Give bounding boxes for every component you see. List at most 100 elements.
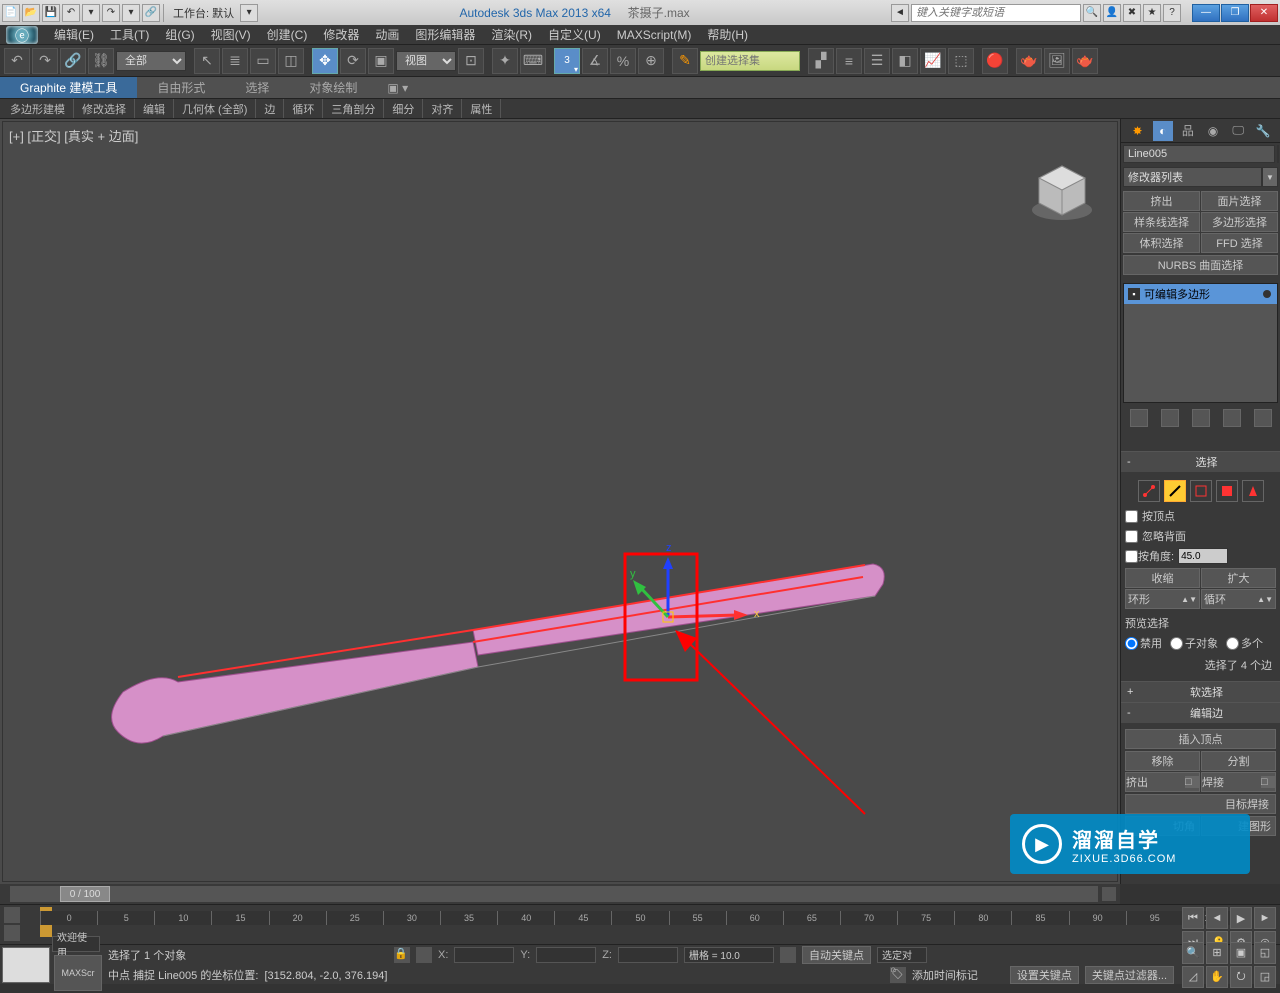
subribbon-item[interactable]: 边	[256, 99, 284, 118]
redo-dropdown-icon[interactable]: ▾	[122, 4, 140, 22]
hierarchy-tab-icon[interactable]: 品	[1178, 121, 1198, 141]
subobj-polygon-button[interactable]	[1216, 480, 1238, 502]
mirror-button[interactable]: ▞	[808, 48, 834, 74]
track-filter-icon[interactable]	[4, 925, 20, 941]
rollout-selection-header[interactable]: -选择	[1121, 452, 1280, 472]
ribbon-tab[interactable]: 自由形式	[137, 77, 225, 98]
workspace-dropdown-icon[interactable]: ▾	[240, 4, 258, 22]
search-back-icon[interactable]: ◄	[891, 4, 909, 22]
preview-off-radio[interactable]: 禁用	[1125, 635, 1162, 651]
menu-item[interactable]: 创建(C)	[259, 28, 316, 42]
layer-manager-button[interactable]: ☰	[864, 48, 890, 74]
modifier-quick-button[interactable]: 挤出	[1123, 191, 1200, 211]
subribbon-item[interactable]: 编辑	[135, 99, 174, 118]
prompt-icon[interactable]	[780, 947, 796, 963]
display-tab-icon[interactable]: 🖵	[1228, 121, 1248, 141]
time-thumb[interactable]: 0 / 100	[60, 886, 110, 902]
rollout-edit-edges-header[interactable]: -编辑边	[1121, 703, 1280, 723]
ignore-backface-checkbox[interactable]	[1125, 530, 1138, 543]
keyboard-shortcut-button[interactable]: ⌨	[520, 48, 546, 74]
split-button[interactable]: 分割	[1201, 751, 1276, 771]
move-button[interactable]: ✥	[312, 48, 338, 74]
selection-filter-dropdown[interactable]: 全部	[116, 51, 186, 71]
by-angle-checkbox[interactable]	[1125, 550, 1138, 563]
material-editor-button[interactable]: 🔴	[982, 48, 1008, 74]
workspace-label[interactable]: 工作台: 默认	[173, 5, 234, 21]
object-name-input[interactable]	[1123, 145, 1275, 163]
menu-item[interactable]: 自定义(U)	[540, 28, 609, 42]
snap-toggle-button[interactable]: 3▾	[554, 48, 580, 74]
subribbon-item[interactable]: 循环	[284, 99, 323, 118]
modifier-quick-button[interactable]: FFD 选择	[1201, 233, 1278, 253]
menu-item[interactable]: 组(G)	[157, 28, 202, 42]
menu-item[interactable]: 修改器	[315, 28, 367, 42]
selected-key-label[interactable]: 选定对	[877, 947, 927, 963]
isolate-selection-icon[interactable]	[416, 947, 432, 963]
exchange-icon[interactable]: ✖	[1123, 4, 1141, 22]
by-vertex-checkbox[interactable]	[1125, 510, 1138, 523]
ribbon-tab[interactable]: Graphite 建模工具	[0, 77, 137, 98]
menu-item[interactable]: 编辑(E)	[46, 28, 102, 42]
modifier-quick-button[interactable]: 样条线选择	[1123, 212, 1200, 232]
object-color-swatch[interactable]	[1277, 145, 1279, 163]
app-menu-icon[interactable]: ⓔ	[6, 26, 38, 44]
stack-bulb-icon[interactable]	[1261, 288, 1273, 300]
shrink-button[interactable]: 收缩	[1125, 568, 1200, 588]
window-crossing-button[interactable]: ◫	[278, 48, 304, 74]
menu-item[interactable]: 帮助(H)	[699, 28, 756, 42]
track-mini-curve-icon[interactable]	[4, 907, 20, 923]
subribbon-item[interactable]: 属性	[462, 99, 501, 118]
rect-select-button[interactable]: ▭	[250, 48, 276, 74]
use-center-button[interactable]: ⊡	[458, 48, 484, 74]
z-coord-field[interactable]	[618, 947, 678, 963]
stack-expand-icon[interactable]: ▪	[1128, 288, 1140, 300]
scale-button[interactable]: ▣	[368, 48, 394, 74]
pin-stack-icon[interactable]	[1130, 409, 1148, 427]
rotate-button[interactable]: ⟳	[340, 48, 366, 74]
align-button[interactable]: ≡	[836, 48, 862, 74]
subribbon-item[interactable]: 三角剖分	[323, 99, 384, 118]
set-key-button[interactable]: 设置关键点	[1010, 966, 1079, 984]
zoom-extents-button[interactable]: ▣	[1230, 942, 1252, 964]
orbit-button[interactable]: ⭮	[1230, 966, 1252, 988]
make-unique-icon[interactable]	[1192, 409, 1210, 427]
maximize-button[interactable]: ❐	[1221, 4, 1249, 22]
modifier-dropdown-icon[interactable]: ▼	[1262, 167, 1278, 187]
weld-button[interactable]: 焊接□	[1201, 772, 1276, 792]
close-button[interactable]: ✕	[1250, 4, 1278, 22]
goto-start-button[interactable]: ⏮	[1182, 907, 1204, 929]
create-tab-icon[interactable]: ✸	[1128, 121, 1148, 141]
auto-key-button[interactable]: 自动关键点	[802, 946, 871, 964]
show-end-result-icon[interactable]	[1161, 409, 1179, 427]
ref-coord-dropdown[interactable]: 视图	[396, 51, 456, 71]
subribbon-item[interactable]: 多边形建模	[2, 99, 74, 118]
configure-sets-icon[interactable]	[1254, 409, 1272, 427]
curve-editor-button[interactable]: 📈	[920, 48, 946, 74]
modify-tab-icon[interactable]: ◐	[1153, 121, 1173, 141]
open-file-icon[interactable]: 📂	[22, 4, 40, 22]
prev-frame-button[interactable]: ◄	[1206, 907, 1228, 929]
angle-spinner[interactable]	[1178, 548, 1228, 564]
render-button[interactable]: 🫖	[1072, 48, 1098, 74]
unlink-button[interactable]: ⛓	[88, 48, 114, 74]
pan-button[interactable]: ✋	[1206, 966, 1228, 988]
loop-button[interactable]: 循环▲▼	[1201, 589, 1276, 609]
modifier-quick-button[interactable]: 面片选择	[1201, 191, 1278, 211]
subribbon-item[interactable]: 细分	[384, 99, 423, 118]
select-by-name-button[interactable]: ≣	[222, 48, 248, 74]
undo-button[interactable]: ↶	[4, 48, 30, 74]
ribbon-tab[interactable]: 选择	[225, 77, 289, 98]
rollout-soft-header[interactable]: +软选择	[1121, 682, 1280, 702]
zoom-button[interactable]: 🔍	[1182, 942, 1204, 964]
x-coord-field[interactable]	[454, 947, 514, 963]
modifier-list-dropdown[interactable]: 修改器列表	[1123, 167, 1262, 187]
zoom-extents-all-button[interactable]: ◱	[1254, 942, 1276, 964]
save-file-icon[interactable]: 💾	[42, 4, 60, 22]
time-tag-icon[interactable]: 🏷	[890, 967, 906, 983]
fov-button[interactable]: ◿	[1182, 966, 1204, 988]
menu-item[interactable]: 渲染(R)	[483, 28, 540, 42]
extrude-button[interactable]: 挤出□	[1125, 772, 1200, 792]
undo-icon[interactable]: ↶	[62, 4, 80, 22]
infocenter-icon[interactable]: 🔍	[1083, 4, 1101, 22]
modifier-stack[interactable]: ▪ 可编辑多边形	[1123, 283, 1278, 403]
